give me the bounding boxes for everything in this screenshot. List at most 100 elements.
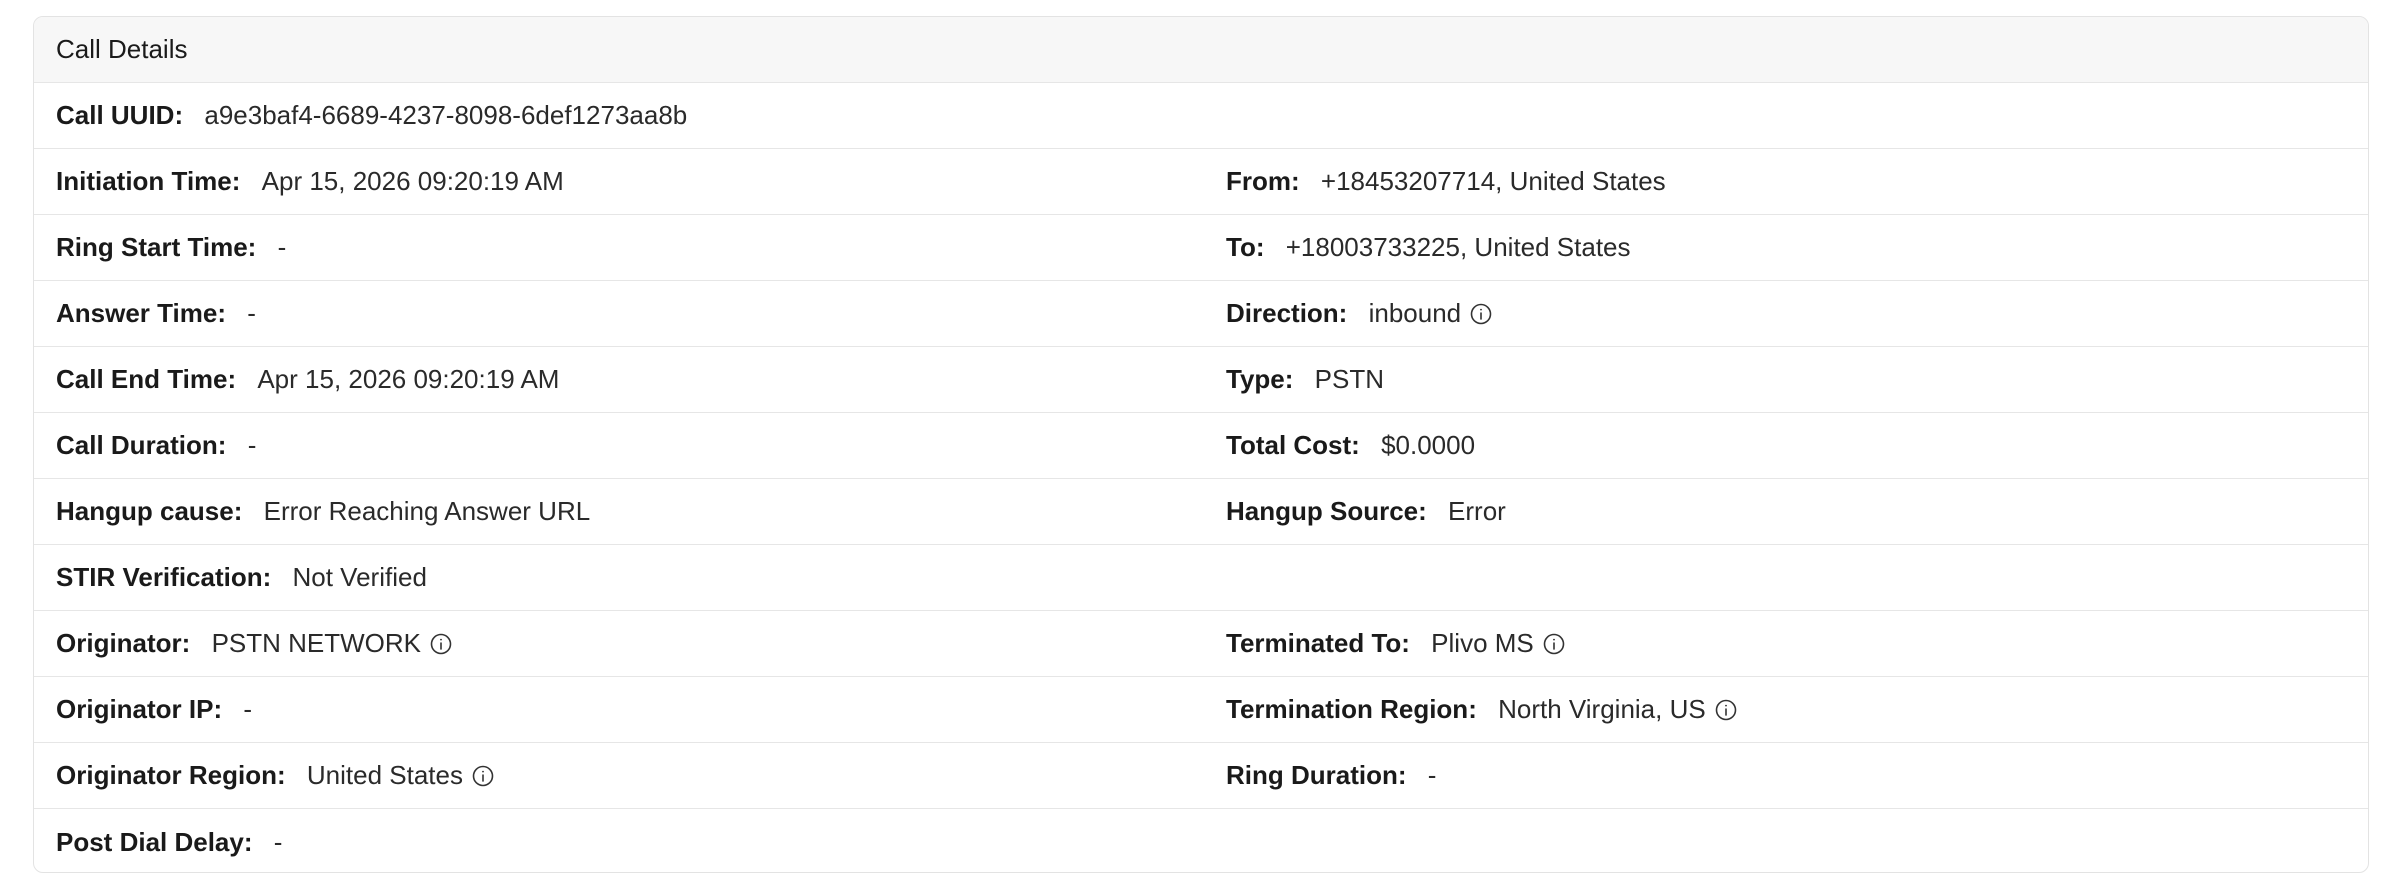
field-label: Answer Time:	[56, 298, 227, 328]
detail-row: Hangup cause: Error Reaching Answer URL H…	[34, 479, 2368, 545]
field-value: United States	[306, 760, 463, 790]
field-call-uuid: Call UUID: a9e3baf4-6689-4237-8098-6def1…	[34, 100, 1204, 131]
label-spacer	[236, 364, 243, 395]
label-spacer	[1360, 430, 1367, 461]
field-label: Ring Duration:	[1226, 760, 1407, 790]
field-label: Total Cost:	[1226, 430, 1360, 460]
field-hangup-cause: Hangup cause: Error Reaching Answer URL	[34, 496, 1204, 527]
field-label: Originator Region:	[56, 760, 286, 790]
label-spacer	[1265, 232, 1272, 263]
info-icon[interactable]	[1714, 698, 1738, 722]
field-originator-region: Originator Region: United States	[34, 760, 1204, 791]
field-label: Hangup Source:	[1226, 496, 1427, 526]
info-icon[interactable]	[471, 764, 495, 788]
info-icon[interactable]	[1542, 632, 1566, 656]
field-label: Terminated To:	[1226, 628, 1410, 658]
detail-row: Call Duration: - Total Cost: $0.0000	[34, 413, 2368, 479]
field-label: To:	[1226, 232, 1265, 262]
label-spacer	[256, 232, 263, 263]
card-header: Call Details	[34, 17, 2368, 83]
field-termination-region: Termination Region: North Virginia, US	[1204, 694, 2368, 725]
field-value: Error Reaching Answer URL	[263, 496, 591, 526]
field-call-end-time: Call End Time: Apr 15, 2026 09:20:19 AM	[34, 364, 1204, 395]
label-spacer	[1410, 628, 1417, 659]
field-value: North Virginia, US	[1498, 694, 1706, 724]
label-spacer	[1477, 694, 1484, 725]
field-value: $0.0000	[1381, 430, 1476, 460]
label-spacer	[226, 298, 233, 329]
field-value: Apr 15, 2026 09:20:19 AM	[261, 166, 564, 196]
field-post-dial-delay: Post Dial Delay: -	[34, 827, 1204, 858]
label-spacer	[1347, 298, 1354, 329]
label-spacer	[190, 628, 197, 659]
call-details-card: Call Details Call UUID: a9e3baf4-6689-42…	[33, 16, 2369, 873]
field-value: a9e3baf4-6689-4237-8098-6def1273aa8b	[204, 100, 688, 130]
info-icon[interactable]	[1469, 302, 1493, 326]
field-label: Type:	[1226, 364, 1294, 394]
label-spacer	[183, 100, 190, 131]
field-value: -	[277, 232, 287, 262]
field-ring-start-time: Ring Start Time: -	[34, 232, 1204, 263]
field-value: Not Verified	[292, 562, 427, 592]
field-direction: Direction: inbound	[1204, 298, 2368, 329]
field-value: -	[247, 298, 256, 328]
field-to: To: +18003733225, United States	[1204, 232, 2368, 263]
field-label: STIR Verification:	[56, 562, 272, 592]
detail-row: Answer Time: - Direction: inbound	[34, 281, 2368, 347]
field-label: Initiation Time:	[56, 166, 241, 196]
label-spacer	[240, 166, 247, 197]
field-label: Originator:	[56, 628, 191, 658]
detail-row: Post Dial Delay: -	[34, 809, 2368, 872]
info-icon[interactable]	[429, 632, 453, 656]
detail-row: STIR Verification: Not Verified	[34, 545, 2368, 611]
field-call-duration: Call Duration: -	[34, 430, 1204, 461]
field-label: Call Duration:	[56, 430, 227, 460]
field-answer-time: Answer Time: -	[34, 298, 1204, 329]
field-originator-ip: Originator IP: -	[34, 694, 1204, 725]
details-list: Call UUID: a9e3baf4-6689-4237-8098-6def1…	[34, 83, 2368, 872]
field-value: inbound	[1368, 298, 1462, 328]
field-label: Call End Time:	[56, 364, 237, 394]
field-value: Error	[1448, 496, 1506, 526]
field-value: -	[1427, 760, 1437, 790]
detail-row: Originator Region: United States Ring Dur…	[34, 743, 2368, 809]
field-value: Apr 15, 2026 09:20:19 AM	[257, 364, 560, 394]
label-spacer	[222, 694, 229, 725]
label-spacer	[286, 760, 293, 791]
field-value: +18453207714, United States	[1320, 166, 1666, 196]
label-spacer	[1293, 364, 1300, 395]
field-value: -	[247, 430, 257, 460]
field-label: Hangup cause:	[56, 496, 243, 526]
field-ring-duration: Ring Duration: -	[1204, 760, 2368, 791]
field-label: From:	[1226, 166, 1300, 196]
label-spacer	[271, 562, 278, 593]
field-originator: Originator: PSTN NETWORK	[34, 628, 1204, 659]
detail-row: Ring Start Time: - To: +18003733225, Unit…	[34, 215, 2368, 281]
label-spacer	[1407, 760, 1414, 791]
field-value: -	[243, 694, 253, 724]
field-value: PSTN	[1314, 364, 1384, 394]
field-initiation-time: Initiation Time: Apr 15, 2026 09:20:19 A…	[34, 166, 1204, 197]
field-total-cost: Total Cost: $0.0000	[1204, 430, 2368, 461]
field-value: -	[273, 826, 283, 857]
detail-row: Call End Time: Apr 15, 2026 09:20:19 AM T…	[34, 347, 2368, 413]
field-value: Plivo MS	[1431, 628, 1534, 658]
label-spacer	[226, 430, 233, 461]
label-spacer	[242, 496, 249, 527]
label-spacer	[1300, 166, 1307, 197]
field-hangup-source: Hangup Source: Error	[1204, 496, 2368, 527]
field-label: Direction:	[1226, 298, 1348, 328]
label-spacer	[253, 827, 260, 858]
field-label: Originator IP:	[56, 694, 223, 724]
field-stir-verification: STIR Verification: Not Verified	[34, 562, 1204, 593]
field-label: Call UUID:	[56, 100, 184, 130]
field-value: PSTN NETWORK	[211, 628, 422, 658]
field-label: Post Dial Delay:	[56, 826, 253, 857]
detail-row: Originator IP: - Termination Region: Nort…	[34, 677, 2368, 743]
field-label: Ring Start Time:	[56, 232, 257, 262]
label-spacer	[1427, 496, 1434, 527]
card-title: Call Details	[56, 34, 188, 64]
detail-row: Call UUID: a9e3baf4-6689-4237-8098-6def1…	[34, 83, 2368, 149]
field-type: Type: PSTN	[1204, 364, 2368, 395]
field-label: Termination Region:	[1226, 694, 1477, 724]
